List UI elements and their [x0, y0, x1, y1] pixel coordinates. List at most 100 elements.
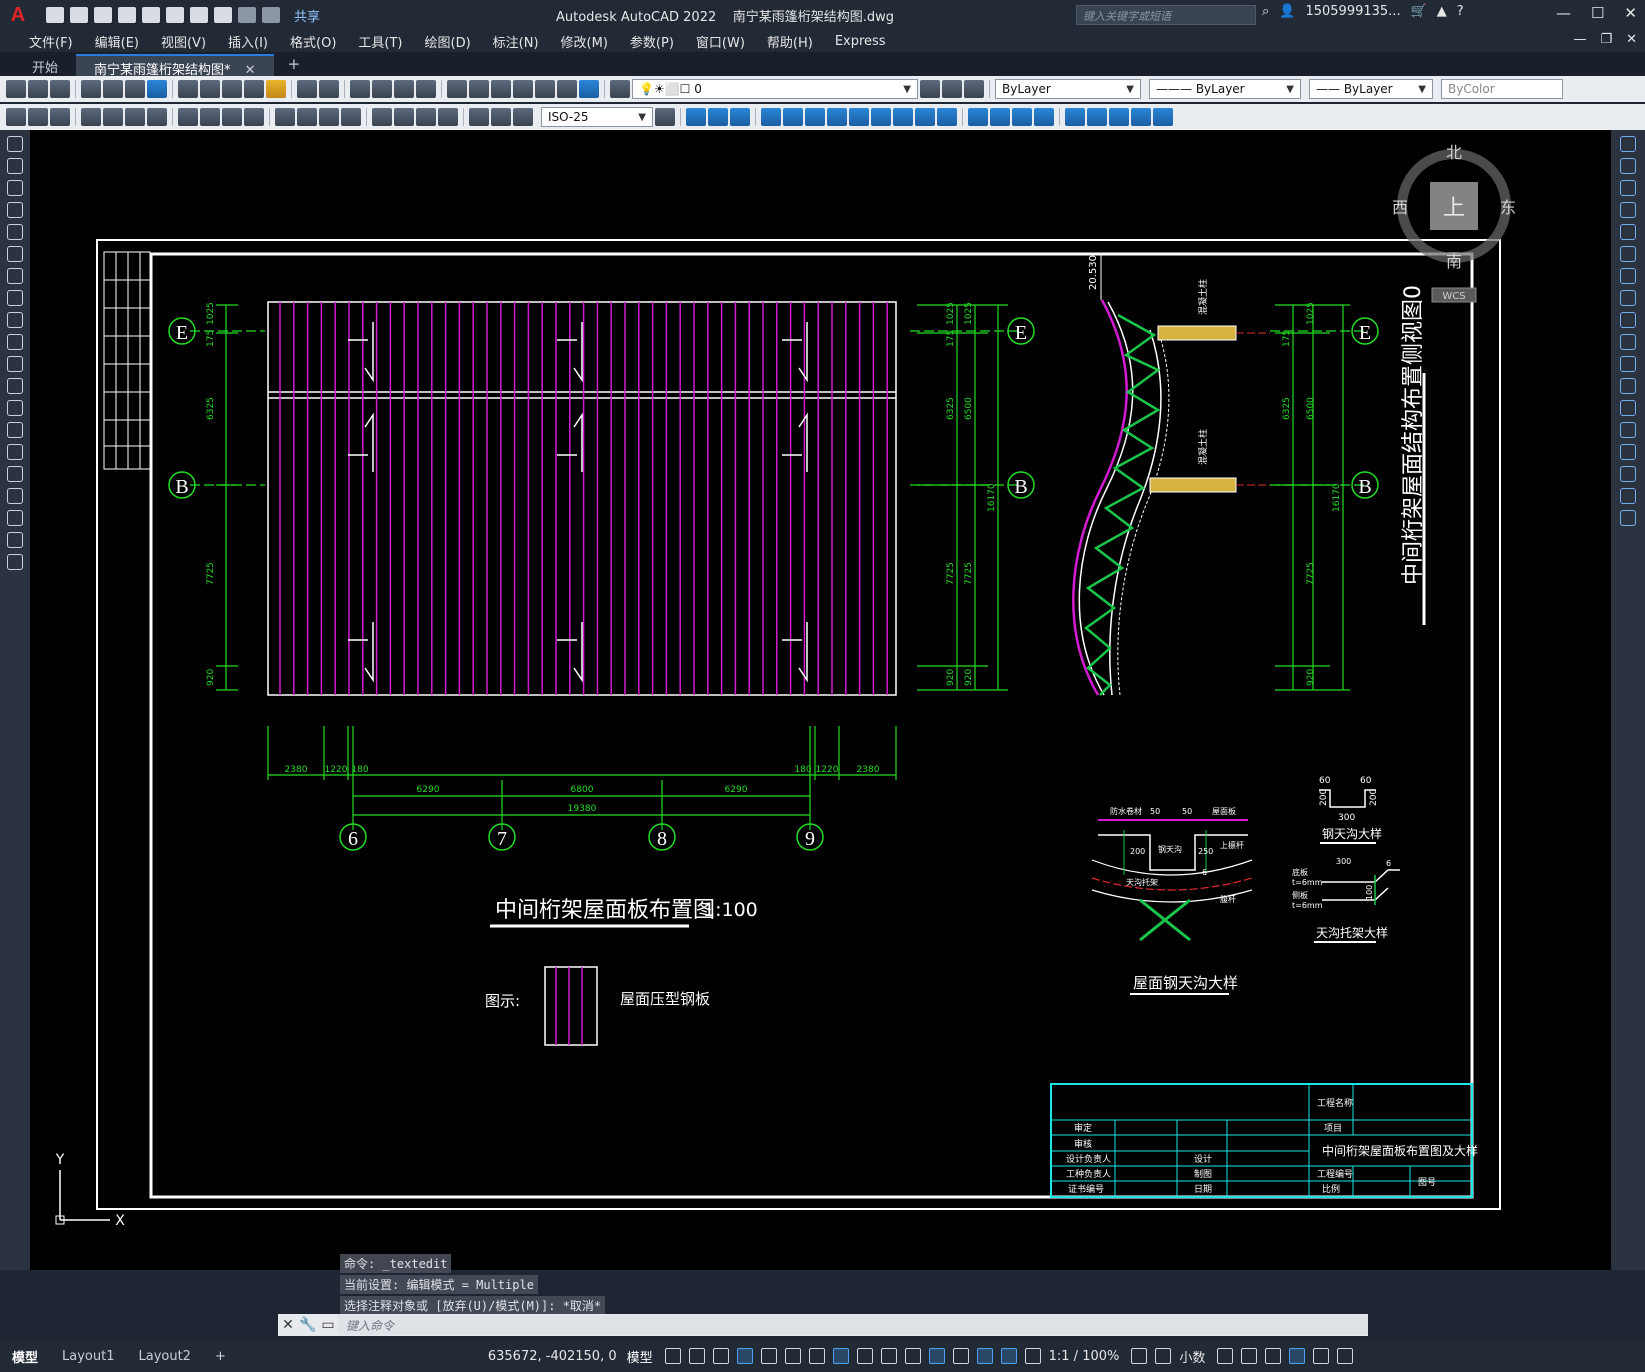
user-name[interactable]: 1505999135... [1305, 4, 1400, 19]
new-file-icon[interactable] [46, 7, 64, 23]
customize-qat-icon[interactable] [262, 7, 280, 23]
dimstyle-dropdown[interactable]: ISO-25 ▼ [541, 107, 653, 127]
clean-screen-icon[interactable] [1313, 1348, 1330, 1364]
3d-rotate-icon[interactable] [708, 108, 728, 126]
match-prop-icon[interactable] [244, 80, 264, 98]
menu-help[interactable]: 帮助(H) [756, 32, 824, 51]
offset-face-icon[interactable] [871, 108, 891, 126]
save-icon[interactable] [94, 7, 112, 23]
plus-icon[interactable] [1155, 1348, 1172, 1364]
menu-edit[interactable]: 编辑(E) [84, 32, 150, 51]
layout-icon[interactable] [28, 108, 48, 126]
3d-osnap-icon[interactable] [928, 1348, 945, 1364]
zoom-realtime-icon[interactable] [372, 80, 392, 98]
graphics-perf-icon[interactable] [1289, 1348, 1306, 1364]
delete-face-icon[interactable] [893, 108, 913, 126]
hatch-icon[interactable] [7, 444, 23, 460]
gradient-icon[interactable] [7, 466, 23, 482]
extrude-face-icon[interactable] [827, 108, 847, 126]
search-input[interactable]: 键入关键字或短语 [1076, 5, 1256, 25]
user-icon[interactable]: 👤 [1279, 4, 1295, 19]
clean-icon[interactable] [990, 108, 1010, 126]
dim-radius-icon[interactable] [178, 108, 198, 126]
dim-arc-icon[interactable] [125, 108, 145, 126]
maximize-icon[interactable]: ☐ [1591, 4, 1604, 22]
view-cube[interactable]: 上 北 南 东 西 WCS [1392, 143, 1516, 303]
polyline-icon[interactable] [7, 180, 23, 196]
center-mark-icon[interactable] [394, 108, 414, 126]
compass-north[interactable]: 北 [1446, 143, 1462, 162]
compass-south[interactable]: 南 [1446, 252, 1462, 271]
workspace-switch-icon[interactable] [1131, 1348, 1148, 1364]
lineweight-dropdown[interactable]: —— ByLayer ▼ [1309, 79, 1433, 99]
search-icon[interactable]: ⌕ [1262, 4, 1269, 19]
minimize-icon[interactable]: — [1556, 4, 1571, 22]
a360-icon[interactable]: ▲ [1437, 4, 1447, 19]
line-icon[interactable] [7, 136, 23, 152]
markup-icon[interactable] [535, 80, 555, 98]
break-point-icon[interactable] [1620, 378, 1636, 394]
offset-icon[interactable] [1620, 202, 1636, 218]
polygon-icon[interactable] [7, 202, 23, 218]
dim-baseline-icon[interactable] [297, 108, 317, 126]
erase-icon[interactable] [1620, 136, 1636, 152]
isolate-icon[interactable] [1265, 1348, 1282, 1364]
zoom-window-icon[interactable] [394, 80, 414, 98]
otrack-icon[interactable] [808, 1348, 825, 1364]
tab-layout1[interactable]: Layout1 [50, 1346, 126, 1367]
extend-icon[interactable] [1620, 356, 1636, 372]
redo-icon[interactable] [238, 7, 256, 23]
rotate-face-icon[interactable] [915, 108, 935, 126]
qnew-icon[interactable] [6, 80, 26, 98]
table-icon[interactable] [7, 510, 23, 526]
copy-icon[interactable] [200, 80, 220, 98]
tab-drawing[interactable]: 南宁某雨篷桁架结构图* ✕ [76, 54, 274, 78]
revcloud-icon[interactable] [7, 290, 23, 306]
auto-scale-icon[interactable] [1024, 1348, 1041, 1364]
workspace-icon[interactable] [6, 108, 26, 126]
open-file-icon[interactable] [70, 7, 88, 23]
tool-palettes-icon[interactable] [491, 80, 511, 98]
subtract-icon[interactable] [783, 108, 803, 126]
lock-ui-icon[interactable] [1241, 1348, 1258, 1364]
shell-icon[interactable] [1034, 108, 1054, 126]
dim-continue-icon[interactable] [319, 108, 339, 126]
compass-east[interactable]: 东 [1500, 198, 1516, 217]
qdim-icon[interactable] [275, 108, 295, 126]
region-icon[interactable] [7, 488, 23, 504]
add-selected-icon[interactable] [7, 554, 23, 570]
sheet-set-icon[interactable] [513, 80, 533, 98]
units-selector[interactable]: 小数 [1179, 1347, 1205, 1366]
tab-layout2[interactable]: Layout2 [126, 1346, 202, 1367]
array-icon[interactable] [1620, 224, 1636, 240]
dim-linear-icon[interactable] [81, 108, 101, 126]
dimstyle-icon[interactable] [655, 108, 675, 126]
point-icon[interactable] [7, 422, 23, 438]
menu-draw[interactable]: 绘图(D) [414, 32, 482, 51]
layer-previous-icon[interactable] [942, 80, 962, 98]
dynamic-ucs-icon[interactable] [952, 1348, 969, 1364]
blend-icon[interactable] [1620, 488, 1636, 504]
construction-line-icon[interactable] [7, 158, 23, 174]
scale-icon[interactable] [1620, 290, 1636, 306]
tolerance-icon[interactable] [372, 108, 392, 126]
command-prompt-icon[interactable]: ▭ [318, 1317, 338, 1333]
selection-filter-icon[interactable] [976, 1348, 993, 1364]
inspect-icon[interactable] [416, 108, 436, 126]
circle-icon[interactable] [7, 268, 23, 284]
add-layout-button[interactable]: + [203, 1346, 238, 1367]
fillet-icon[interactable] [1620, 466, 1636, 482]
drawing-canvas[interactable]: 1025 175 6325 7725 920 E B 1025 175 6325… [30, 130, 1611, 1270]
open-web-icon[interactable] [142, 7, 160, 23]
dim-diameter-icon[interactable] [222, 108, 242, 126]
menu-format[interactable]: 格式(O) [279, 32, 347, 51]
dim-text-edit-icon[interactable] [491, 108, 511, 126]
save-as-icon[interactable] [118, 7, 136, 23]
spline-icon[interactable] [7, 312, 23, 328]
ortho-icon[interactable] [736, 1348, 753, 1364]
ellipse-arc-icon[interactable] [7, 356, 23, 372]
block-editor-icon[interactable] [266, 80, 286, 98]
selection-cycle-icon[interactable] [904, 1348, 921, 1364]
plot-tb-icon[interactable] [81, 80, 101, 98]
doc-close-icon[interactable]: ✕ [1626, 32, 1637, 47]
